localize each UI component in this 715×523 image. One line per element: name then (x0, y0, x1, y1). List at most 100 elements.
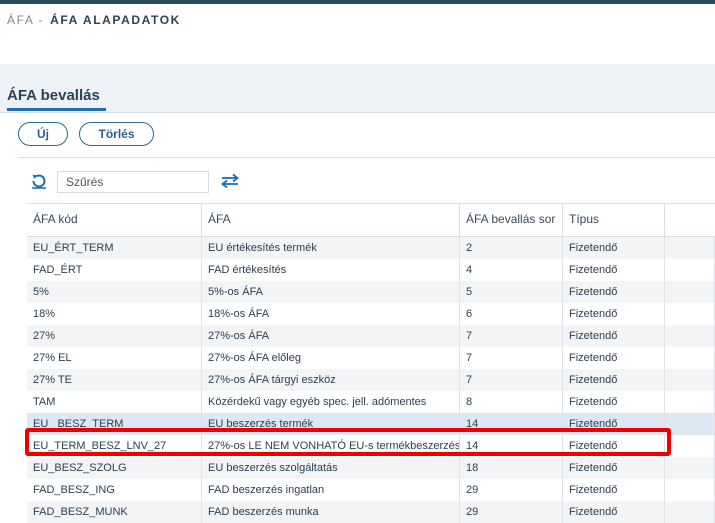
table-row[interactable]: EU_BESZ_SZOLG EU beszerzés szolgáltatás 18… (27, 457, 715, 479)
breadcrumb-current: ÁFA ALAPADATOK (50, 13, 181, 27)
code-cell: EU _BESZ_TERM (27, 413, 202, 435)
refresh-icon[interactable] (30, 172, 48, 190)
code-cell: TAM (27, 391, 202, 413)
type-cell: Fizetendő (563, 237, 665, 259)
empty-cell (665, 391, 715, 413)
empty-cell (665, 435, 715, 457)
line-cell: 6 (460, 303, 563, 325)
section-tab-underline (7, 108, 106, 111)
breadcrumb-separator: - (38, 13, 45, 27)
code-cell: FAD_BESZ_MUNK (27, 501, 202, 523)
type-cell: Fizetendő (563, 457, 665, 479)
code-cell: 5% (27, 281, 202, 303)
code-cell: 27% TE (27, 369, 202, 391)
line-cell: 7 (460, 369, 563, 391)
name-cell: FAD értékesítés (202, 259, 460, 281)
line-cell: 8 (460, 391, 563, 413)
column-header-vat-code[interactable]: ÁFA kód (27, 204, 202, 236)
table-body: EU_ÉRT_TERM EU értékesítés termék 2 Fizeten… (27, 237, 715, 523)
name-cell: 27%-os LE NEM VONHATÓ EU-s termékbeszerz… (202, 435, 460, 457)
section-header-band (0, 64, 715, 112)
table-row[interactable]: TAM Közérdekű vagy egyéb spec. jell. adóm… (27, 391, 715, 413)
swap-arrows-icon[interactable] (220, 172, 240, 190)
empty-cell (665, 325, 715, 347)
code-cell: FAD_BESZ_ING (27, 479, 202, 501)
section-title[interactable]: ÁFA bevallás (7, 87, 100, 104)
table-row[interactable]: 27% TE 27%-os ÁFA tárgyi eszköz 7 Fizetendő (27, 369, 715, 391)
table-row[interactable]: FAD_BESZ_MUNK FAD beszerzés munka 29 Fizete… (27, 501, 715, 523)
empty-cell (665, 457, 715, 479)
name-cell: FAD beszerzés munka (202, 501, 460, 523)
name-cell: EU értékesítés termék (202, 237, 460, 259)
type-cell: Fizetendő (563, 325, 665, 347)
empty-cell (665, 281, 715, 303)
table-row[interactable]: 18% 18%-os ÁFA 6 Fizetendő (27, 303, 715, 325)
name-cell: Közérdekű vagy egyéb spec. jell. adóment… (202, 391, 460, 413)
empty-cell (665, 369, 715, 391)
type-cell: Fizetendő (563, 501, 665, 523)
type-cell: Fizetendő (563, 347, 665, 369)
line-cell: 18 (460, 457, 563, 479)
type-cell: Fizetendő (563, 303, 665, 325)
line-cell: 5 (460, 281, 563, 303)
line-cell: 29 (460, 479, 563, 501)
table-row[interactable]: FAD_BESZ_ING FAD beszerzés ingatlan 29 Fize… (27, 479, 715, 501)
name-cell: 5%-os ÁFA (202, 281, 460, 303)
empty-cell (665, 237, 715, 259)
name-cell: EU beszerzés szolgáltatás (202, 457, 460, 479)
table-row[interactable]: EU_ÉRT_TERM EU értékesítés termék 2 Fizeten… (27, 237, 715, 259)
breadcrumb: ÁFA - ÁFA ALAPADATOK (7, 13, 181, 27)
type-cell: Fizetendő (563, 391, 665, 413)
table-row[interactable]: 27% EL 27%-os ÁFA előleg 7 Fizetendő (27, 347, 715, 369)
type-cell: Fizetendő (563, 413, 665, 435)
empty-cell (665, 501, 715, 523)
table-row[interactable]: FAD_ÉRT FAD értékesítés 4 Fizetendő (27, 259, 715, 281)
toolbar-divider (18, 157, 715, 158)
line-cell: 7 (460, 347, 563, 369)
table-row[interactable]: EU _BESZ_TERM EU beszerzés termék 14 Fizete… (27, 413, 715, 435)
breadcrumb-parent[interactable]: ÁFA (7, 13, 34, 27)
line-cell: 7 (460, 325, 563, 347)
line-cell: 14 (460, 435, 563, 457)
empty-cell (665, 413, 715, 435)
empty-cell (665, 259, 715, 281)
page-header: ÁFA - ÁFA ALAPADATOK (0, 4, 715, 64)
code-cell: 18% (27, 303, 202, 325)
type-cell: Fizetendő (563, 479, 665, 501)
type-cell: Fizetendő (563, 259, 665, 281)
code-cell: EU_ÉRT_TERM (27, 237, 202, 259)
line-cell: 4 (460, 259, 563, 281)
empty-cell (665, 479, 715, 501)
name-cell: 27%-os ÁFA tárgyi eszköz (202, 369, 460, 391)
name-cell: 27%-os ÁFA (202, 325, 460, 347)
empty-cell (665, 303, 715, 325)
type-cell: Fizetendő (563, 369, 665, 391)
line-cell: 14 (460, 413, 563, 435)
code-cell: 27% (27, 325, 202, 347)
empty-cell (665, 347, 715, 369)
table-header: ÁFA kód ÁFA ÁFA bevallás sor Típus (27, 203, 715, 237)
code-cell: EU_BESZ_SZOLG (27, 457, 202, 479)
line-cell: 2 (460, 237, 563, 259)
column-header-extra (665, 204, 715, 236)
delete-button[interactable]: Törlés (79, 122, 154, 146)
name-cell: 27%-os ÁFA előleg (202, 347, 460, 369)
column-header-vat[interactable]: ÁFA (202, 204, 460, 236)
type-cell: Fizetendő (563, 281, 665, 303)
column-header-return-line[interactable]: ÁFA bevallás sor (460, 204, 563, 236)
name-cell: FAD beszerzés ingatlan (202, 479, 460, 501)
code-cell: EU_TERM_BESZ_LNV_27 (27, 435, 202, 457)
vat-table: ÁFA kód ÁFA ÁFA bevallás sor Típus EU_ÉR… (27, 203, 715, 523)
table-row[interactable]: 27% 27%-os ÁFA 7 Fizetendő (27, 325, 715, 347)
filter-input[interactable] (57, 171, 209, 193)
type-cell: Fizetendő (563, 435, 665, 457)
table-row[interactable]: EU_TERM_BESZ_LNV_27 27%-os LE NEM VONHATÓ… (27, 435, 715, 457)
name-cell: 18%-os ÁFA (202, 303, 460, 325)
line-cell: 29 (460, 501, 563, 523)
new-button[interactable]: Új (18, 122, 68, 146)
name-cell: EU beszerzés termék (202, 413, 460, 435)
table-row[interactable]: 5% 5%-os ÁFA 5 Fizetendő (27, 281, 715, 303)
code-cell: FAD_ÉRT (27, 259, 202, 281)
column-header-type[interactable]: Típus (563, 204, 665, 236)
code-cell: 27% EL (27, 347, 202, 369)
